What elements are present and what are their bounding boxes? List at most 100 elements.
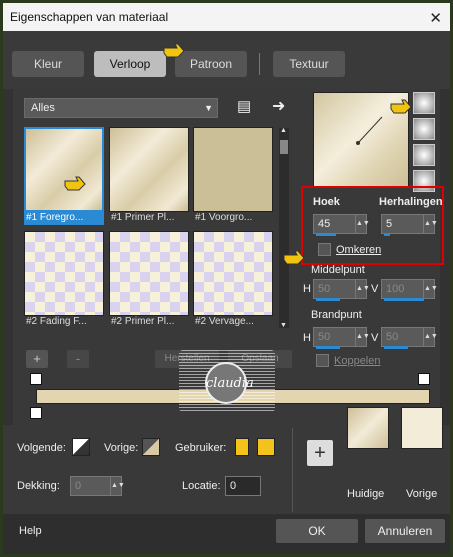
user-color-picker[interactable] [257,438,275,456]
category-dropdown[interactable]: Alles ▼ [24,98,218,118]
color-stop-left[interactable] [30,407,42,419]
midpoint-v-label: V [371,283,379,295]
close-icon[interactable]: ✕ [429,5,442,33]
tab-kleur[interactable]: Kleur [12,51,84,77]
tab-bar: Kleur Verloop Patroon Textuur [3,31,450,89]
thumb-image [109,231,189,316]
remove-stop-button[interactable]: - [67,350,89,368]
library-icon[interactable]: ▤ [237,97,251,115]
tab-textuur[interactable]: Textuur [273,51,345,77]
category-value: Alles [31,102,55,114]
tab-verloop[interactable]: Verloop [94,51,166,77]
user-color-swatch[interactable] [235,438,249,456]
gradient-thumb-4[interactable]: #2 Fading F... [24,231,104,329]
opacity-value: 0 [75,480,82,492]
title-bar: Eigenschappen van materiaal ✕ [3,3,450,31]
midpoint-h-spinner[interactable]: 50 ▲▼ [313,279,370,301]
window-title: Eigenschappen van materiaal [10,10,169,24]
focal-v-spinner[interactable]: 50 ▲▼ [381,327,438,349]
pointing-hand-icon [283,250,305,265]
midpoint-h-level-bar [316,298,340,301]
spinner-arrows-icon[interactable]: ▲▼ [423,280,438,298]
help-link[interactable]: Help [19,525,42,537]
angle-level-bar [316,233,336,236]
location-label: Locatie: [182,480,221,492]
angle-value: 45 [318,218,331,230]
thumbnail-scrollbar[interactable]: ▲ ▼ [279,127,289,329]
spinner-arrows-icon[interactable]: ▲▼ [110,477,125,495]
thumb-image [109,127,189,212]
repeats-label: Herhalingen [379,196,443,208]
current-label: Huidige [347,488,385,500]
pointing-hand-icon [64,176,86,191]
previous-material-label: Vorige [406,488,438,500]
previous-material-swatch[interactable] [401,407,443,449]
midpoint-v-level-bar [384,298,424,301]
midpoint-h-value: 50 [318,283,331,295]
focal-h-value: 50 [318,331,331,343]
focal-label: Brandpunt [311,309,362,321]
user-label: Gebruiker: [175,442,227,454]
add-stop-button[interactable]: + [26,350,48,368]
spinner-arrows-icon[interactable]: ▲▼ [355,280,370,298]
opacity-label: Dekking: [17,480,60,492]
next-color-swatch[interactable] [72,438,90,456]
location-input[interactable]: 0 [225,476,261,496]
angle-label: Hoek [313,196,340,208]
opacity-stop-left[interactable] [30,373,42,385]
focal-v-label: V [371,332,379,344]
ok-button[interactable]: OK [276,519,358,543]
gradient-thumb-5[interactable]: #2 Primer Pl... [109,231,189,329]
spinner-arrows-icon[interactable]: ▲▼ [423,215,438,233]
pointing-hand-icon [163,43,185,58]
gradient-thumb-3[interactable]: #1 Voorgro... [193,127,273,225]
arrow-right-icon[interactable]: ➜ [272,96,285,116]
midpoint-v-value: 100 [386,283,405,295]
midpoint-label: Middelpunt [311,264,365,276]
tab-separator [259,53,260,75]
spinner-arrows-icon[interactable]: ▲▼ [423,328,438,346]
scroll-down-icon[interactable]: ▼ [280,322,287,329]
focal-v-value: 50 [386,331,399,343]
focal-h-level-bar [316,346,340,349]
scrollbar-thumb[interactable] [280,140,288,154]
repeats-value: 5 [386,218,393,230]
opacity-spinner[interactable]: 0 ▲▼ [70,476,125,496]
thumb-label: #2 Fading F... [26,316,87,327]
gradient-thumb-6[interactable]: #2 Vervage... [193,231,273,329]
midpoint-h-label: H [303,283,311,295]
gradient-thumb-2[interactable]: #1 Primer Pl... [109,127,189,225]
thumb-label: #1 Foregro... [24,212,104,225]
style-linear-button[interactable] [413,92,435,114]
panel-divider [292,428,293,512]
chevron-down-icon: ▼ [204,103,213,113]
link-checkbox[interactable] [316,354,329,367]
cancel-button[interactable]: Annuleren [365,519,445,543]
invert-label: Omkeren [336,244,382,256]
current-material-swatch[interactable] [347,407,389,449]
opacity-stop-right[interactable] [418,373,430,385]
repeats-level-bar [384,233,390,236]
thumb-image [193,127,273,212]
thumb-image [24,127,104,212]
thumb-label: #1 Voorgro... [195,212,253,223]
invert-checkbox[interactable] [318,243,331,256]
thumb-label: #1 Primer Pl... [111,212,175,223]
focal-h-spinner[interactable]: 50 ▲▼ [313,327,370,349]
midpoint-v-spinner[interactable]: 100 ▲▼ [381,279,438,301]
spinner-arrows-icon[interactable]: ▲▼ [355,328,370,346]
previous-label: Vorige: [104,442,139,454]
watermark-text: claudia [206,376,254,391]
angle-spinner[interactable]: 45 ▲▼ [313,214,370,236]
style-rectangular-button[interactable] [413,118,435,140]
repeats-spinner[interactable]: 5 ▲▼ [381,214,438,236]
spinner-arrows-icon[interactable]: ▲▼ [355,215,370,233]
thumb-label: #2 Vervage... [195,316,254,327]
add-swatch-button[interactable]: + [307,440,333,466]
previous-color-swatch[interactable] [142,438,160,456]
thumb-image [24,231,104,316]
scroll-up-icon[interactable]: ▲ [280,127,287,134]
thumb-label: #2 Primer Pl... [111,316,175,327]
style-sunburst-button[interactable] [413,144,435,166]
focal-h-label: H [303,332,311,344]
